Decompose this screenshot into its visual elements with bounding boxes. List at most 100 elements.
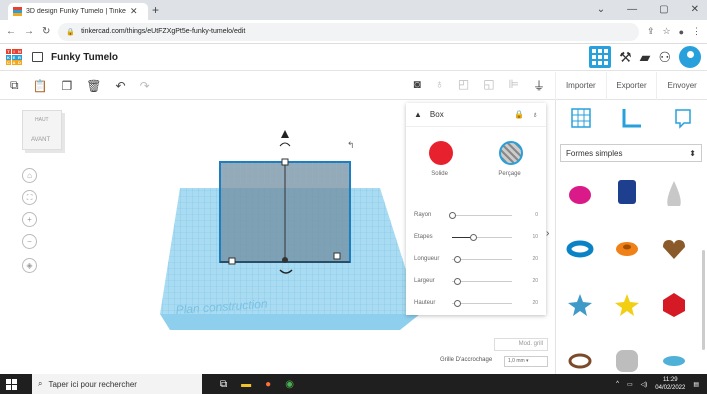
network-icon[interactable]: ▭ bbox=[627, 381, 633, 388]
group-icon[interactable]: ◰ bbox=[458, 77, 469, 94]
undo-icon[interactable]: ↶ bbox=[116, 79, 126, 93]
windows-start-icon[interactable] bbox=[0, 374, 22, 394]
solid-color-swatch[interactable] bbox=[429, 141, 453, 165]
note-icon[interactable] bbox=[657, 100, 707, 136]
handle-top bbox=[281, 158, 289, 166]
forward-arrow-icon[interactable]: → bbox=[24, 26, 34, 37]
zoom-in-icon[interactable]: + bbox=[22, 212, 37, 227]
ungroup-icon[interactable]: ◱ bbox=[483, 77, 494, 94]
window-controls: ⌄ — ▢ ✕ bbox=[597, 4, 699, 15]
param-slider[interactable] bbox=[452, 233, 512, 241]
back-arrow-icon[interactable]: ← bbox=[6, 26, 16, 37]
fit-view-icon[interactable]: ⛶ bbox=[22, 190, 37, 205]
shape-star[interactable] bbox=[558, 278, 602, 332]
sidebar-scrollbar[interactable] bbox=[702, 250, 705, 350]
import-button[interactable]: Importer bbox=[555, 71, 606, 100]
new-tab-button[interactable]: + bbox=[152, 3, 159, 17]
export-button[interactable]: Exporter bbox=[605, 71, 657, 100]
bricks-icon[interactable]: ▰ bbox=[640, 49, 651, 66]
param-value[interactable]: 20 bbox=[532, 256, 538, 262]
shape-category-select[interactable]: Formes simples ⬍ bbox=[560, 144, 702, 162]
copy-icon[interactable]: ⧉ bbox=[10, 78, 19, 93]
avatar[interactable] bbox=[679, 46, 701, 68]
tab-search-icon[interactable]: ⌄ bbox=[597, 4, 605, 15]
view-cube[interactable]: HAUT AVANT bbox=[22, 110, 62, 150]
share-icon[interactable]: ⇪ bbox=[647, 26, 655, 37]
minimize-button[interactable]: — bbox=[627, 4, 637, 15]
snap-grid-select[interactable]: 1,0 mm ▾ bbox=[504, 356, 548, 367]
param-value[interactable]: 20 bbox=[532, 278, 538, 284]
tray-arrow-icon[interactable]: ^ bbox=[616, 381, 619, 387]
redo-icon[interactable]: ↷ bbox=[140, 79, 150, 93]
slider-knob[interactable] bbox=[453, 299, 461, 307]
param-slider[interactable] bbox=[449, 211, 512, 219]
category-icons bbox=[556, 100, 707, 136]
tab-close-icon[interactable]: ✕ bbox=[130, 6, 138, 17]
shape-heart[interactable] bbox=[652, 222, 696, 276]
notification-icon[interactable]: ▤ bbox=[693, 381, 699, 388]
slider-knob[interactable] bbox=[453, 277, 461, 285]
task-view-icon[interactable]: ⧉ bbox=[220, 379, 227, 390]
slider-knob[interactable] bbox=[470, 233, 477, 241]
slider-knob[interactable] bbox=[453, 255, 461, 263]
3d-view-grid-icon[interactable] bbox=[589, 46, 612, 68]
shape-star-yellow[interactable] bbox=[605, 278, 649, 332]
reload-icon[interactable]: ↻ bbox=[42, 26, 50, 37]
param-value[interactable]: 20 bbox=[532, 300, 538, 306]
param-label: Rayon bbox=[414, 212, 432, 218]
add-user-icon[interactable]: ⚇ bbox=[658, 49, 671, 66]
collapse-panel-icon[interactable]: › bbox=[546, 228, 549, 239]
inspector-header: ▲ Box 🔒 ♁ bbox=[406, 103, 546, 127]
handle-bl bbox=[228, 257, 236, 265]
param-value[interactable]: 10 bbox=[532, 234, 538, 240]
file-explorer-icon[interactable]: ▬ bbox=[241, 379, 251, 390]
hole-swatch[interactable] bbox=[499, 141, 523, 165]
taskbar-search[interactable]: ⌕ Taper ici pour rechercher bbox=[32, 374, 202, 394]
system-tray: ^ ▭ ◁) 11:29 04/02/2022 ▤ bbox=[616, 376, 699, 392]
shape-paraboloid[interactable] bbox=[558, 166, 602, 220]
design-list-icon[interactable] bbox=[32, 52, 43, 62]
slider-knob[interactable] bbox=[449, 211, 456, 219]
browser-tab[interactable]: 3D design Funky Tumelo | Tinker ✕ bbox=[8, 3, 148, 20]
volume-icon[interactable]: ◁) bbox=[641, 381, 648, 388]
param-slider[interactable] bbox=[452, 299, 512, 307]
shape-cone[interactable] bbox=[652, 166, 696, 220]
duplicate-icon[interactable]: ❐ bbox=[62, 79, 73, 93]
maximize-button[interactable]: ▢ bbox=[659, 4, 668, 15]
ortho-view-icon[interactable]: ◈ bbox=[22, 258, 37, 273]
shape-torus-blue[interactable] bbox=[558, 222, 602, 276]
chrome-icon[interactable]: ◉ bbox=[285, 379, 294, 390]
browser-menu-icon[interactable]: ⋮ bbox=[692, 26, 701, 37]
zoom-out-icon[interactable]: − bbox=[22, 234, 37, 249]
delete-icon[interactable]: 🗑 bbox=[86, 79, 101, 93]
home-view-icon[interactable]: ⌂ bbox=[22, 168, 37, 183]
align-icon[interactable]: ⊫ bbox=[509, 77, 519, 94]
grid-shapes-icon[interactable] bbox=[556, 100, 607, 136]
ruler-icon[interactable] bbox=[607, 100, 658, 136]
paste-icon[interactable]: 📋 bbox=[33, 79, 48, 93]
shape-bag[interactable] bbox=[605, 166, 649, 220]
lock-icon[interactable]: 🔒 bbox=[514, 110, 524, 119]
shape-tube[interactable] bbox=[605, 222, 649, 276]
light-bulb-icon[interactable]: ♁ bbox=[435, 77, 444, 94]
param-slider[interactable] bbox=[452, 255, 512, 263]
collapse-caret-icon[interactable]: ▲ bbox=[414, 110, 422, 119]
edit-grid-button[interactable]: Mod. grill bbox=[494, 338, 548, 351]
notes-icon[interactable]: ◙ bbox=[414, 77, 421, 94]
param-value[interactable]: 0 bbox=[535, 212, 538, 218]
blocks-tool-icon[interactable]: ⚒ bbox=[619, 49, 632, 66]
url-field[interactable]: 🔒 tinkercad.com/things/eUtFZXgPt5e-funky… bbox=[58, 22, 639, 41]
profile-icon[interactable]: ● bbox=[679, 27, 684, 37]
light-bulb-icon[interactable]: ♁ bbox=[532, 110, 538, 119]
close-window-button[interactable]: ✕ bbox=[691, 4, 699, 15]
project-title[interactable]: Funky Tumelo bbox=[51, 52, 118, 63]
mirror-icon[interactable]: ⏚ bbox=[533, 77, 545, 94]
bookmark-star-icon[interactable]: ☆ bbox=[662, 26, 670, 37]
hole-label: Perçage bbox=[498, 171, 521, 177]
shape-icosahedron[interactable] bbox=[652, 278, 696, 332]
send-button[interactable]: Envoyer bbox=[656, 71, 707, 100]
tinkercad-logo[interactable]: TIN KER CAD bbox=[6, 49, 22, 65]
param-slider[interactable] bbox=[452, 277, 512, 285]
firefox-icon[interactable]: ● bbox=[265, 379, 271, 390]
clock[interactable]: 11:29 04/02/2022 bbox=[655, 376, 685, 392]
